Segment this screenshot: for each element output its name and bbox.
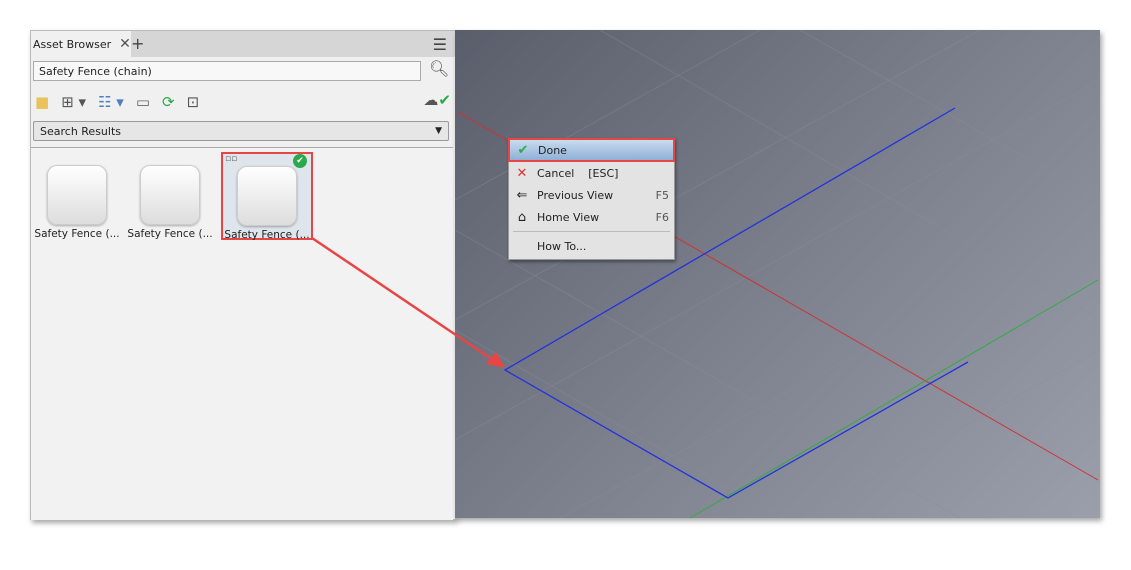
menu-label: Done (538, 143, 567, 157)
menu-label: Cancel (537, 166, 575, 180)
x-icon: ✕ (516, 165, 528, 181)
menu-label: Home View (537, 210, 600, 224)
fence-corner-thumbnail-icon (140, 165, 200, 225)
asset-label: Safety Fence (... (127, 228, 213, 240)
3d-viewport[interactable] (455, 30, 1100, 518)
refresh-icon[interactable]: ⟳ (162, 93, 175, 111)
list-view-icon[interactable]: ☷ ▾ (98, 93, 124, 111)
asset-item[interactable]: Safety Fence (... (34, 158, 120, 240)
grid-view-icon[interactable]: ⊞ ▾ (61, 93, 86, 111)
menu-item-previous-view[interactable]: ⇐ Previous View F5 (509, 184, 674, 206)
tab-label: Asset Browser (33, 37, 112, 51)
tab-asset-browser[interactable]: Asset Browser ✕ (31, 31, 131, 57)
hamburger-menu-icon[interactable]: ☰ (433, 35, 447, 54)
chevron-down-icon: ▼ (435, 126, 442, 136)
menu-label: How To... (537, 239, 587, 253)
search-value: Safety Fence (chain) (39, 64, 152, 78)
menu-separator (513, 231, 670, 232)
home-icon: ⌂ (517, 209, 527, 225)
cloud-sync-icon[interactable]: ☁✔ (423, 91, 451, 109)
search-input[interactable]: Safety Fence (chain) (33, 61, 421, 81)
fence-thumbnail-icon (47, 165, 107, 225)
filter-select[interactable]: Search Results ▼ (33, 121, 449, 141)
asset-browser-panel: Asset Browser ✕ + ☰ Safety Fence (chain) … (30, 30, 456, 520)
menu-shortcut: F5 (655, 188, 669, 202)
check-badge-icon: ✔ (293, 154, 307, 168)
add-tab-icon[interactable]: + (131, 34, 144, 53)
linked-icon: ▫▫ (225, 154, 238, 164)
asset-item[interactable]: Safety Fence (... (127, 158, 213, 240)
folder-import-icon[interactable]: ■ (35, 93, 49, 111)
menu-shortcut: [ESC] (588, 166, 619, 180)
checkmark-icon: ✔ (517, 142, 529, 158)
menu-shortcut: F6 (655, 210, 669, 224)
menu-item-cancel[interactable]: ✕ Cancel [ESC] (509, 162, 674, 184)
toolbar: ■ ⊞ ▾ ☷ ▾ ▭ ⟳ ⊡ (35, 91, 451, 113)
asset-item-selected[interactable]: ▫▫ ✔ Safety Fence (... (221, 152, 313, 241)
context-menu: ✔ Done ✕ Cancel [ESC] ⇐ Previous View F5 ⌂ Hom… (508, 138, 675, 260)
filter-select-value: Search Results (40, 124, 122, 138)
results-grid: Safety Fence (... Safety Fence (... ▫▫ ✔… (31, 147, 453, 520)
asset-label: Safety Fence (... (34, 228, 120, 240)
previous-view-icon: ⇐ (516, 187, 528, 203)
asset-label: Safety Fence (... (224, 229, 310, 241)
tab-bar: Asset Browser ✕ + ☰ (31, 31, 455, 57)
download-icon[interactable]: ⊡ (187, 93, 200, 111)
search-icon[interactable]: 🔍︎ (429, 59, 449, 78)
fence-thumbnail-icon (237, 166, 297, 226)
close-icon[interactable]: ✕ (119, 36, 131, 52)
menu-item-home-view[interactable]: ⌂ Home View F6 (509, 206, 674, 228)
menu-label: Previous View (537, 188, 614, 202)
menu-item-done[interactable]: ✔ Done (508, 138, 675, 162)
menu-item-how-to[interactable]: How To... (509, 235, 674, 257)
edit-asset-icon[interactable]: ▭ (136, 93, 150, 111)
